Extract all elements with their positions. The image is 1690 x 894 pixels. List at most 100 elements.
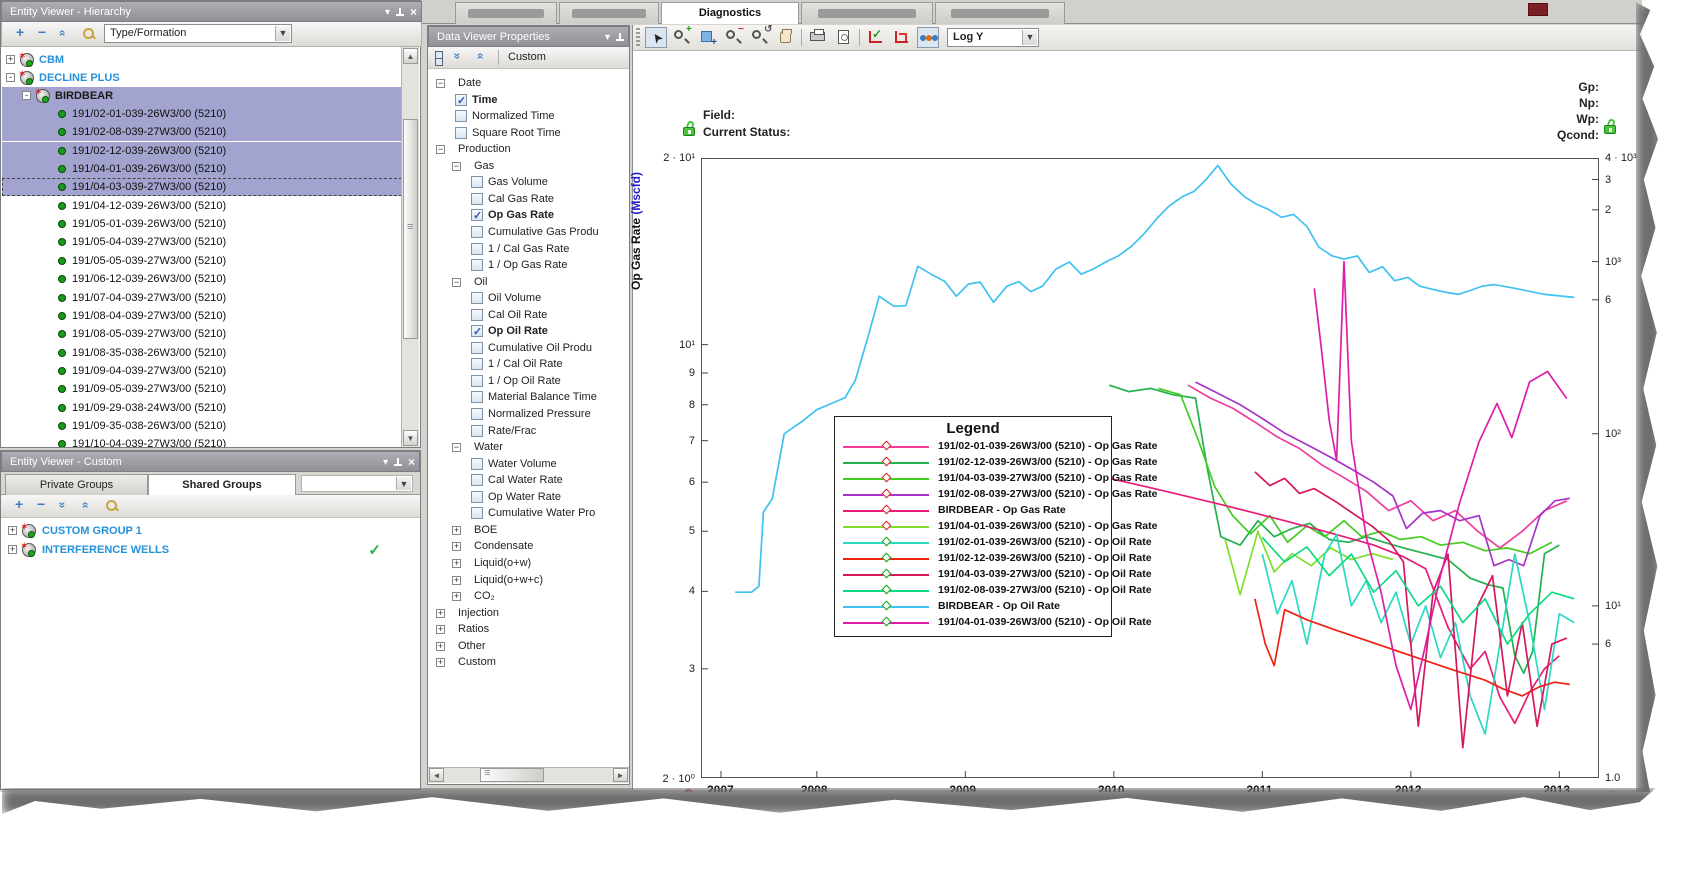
collapse-icon[interactable]: − xyxy=(436,145,445,155)
expand-icon[interactable]: + xyxy=(436,625,445,635)
scroll-down-icon[interactable]: ▼ xyxy=(403,430,418,446)
collapse-icon[interactable]: - xyxy=(6,73,15,82)
tab-redacted[interactable] xyxy=(455,2,557,24)
properties-leaf-row[interactable]: Water Volume xyxy=(429,456,628,472)
zoom-in-icon[interactable]: + xyxy=(671,24,693,48)
zoom-out-icon[interactable]: − xyxy=(723,24,745,48)
expand-icon[interactable]: + xyxy=(6,55,15,64)
tree-group-row[interactable]: - DECLINE PLUS xyxy=(2,66,402,87)
chevron-down-icon[interactable]: ▼ xyxy=(1022,30,1037,45)
properties-leaf-row[interactable]: 1 / Op Gas Rate xyxy=(429,257,628,273)
well-row[interactable]: 191/08-05-039-27W3/00 (5210) xyxy=(2,325,402,343)
properties-leaf-row[interactable]: Cumulative Gas Produ xyxy=(429,224,628,240)
search-icon[interactable] xyxy=(82,27,96,41)
legend-item[interactable]: 191/04-01-039-26W3/00 (5210) - Op Oil Ra… xyxy=(835,615,1152,631)
remove-icon[interactable]: − xyxy=(38,24,46,40)
remove-icon[interactable]: − xyxy=(37,496,45,512)
properties-leaf-row[interactable]: 1 / Cal Gas Rate xyxy=(429,241,628,257)
legend-item[interactable]: 191/04-03-039-27W3/00 (5210) - Op Gas Ra… xyxy=(835,471,1157,487)
scrollbar-thumb[interactable] xyxy=(403,119,418,339)
hierarchy-scrollbar[interactable]: ▲ ▼ xyxy=(401,47,419,447)
collapse-all-icon[interactable]: » xyxy=(77,502,91,509)
checkbox-icon[interactable] xyxy=(471,408,483,420)
unlock-icon[interactable] xyxy=(1603,118,1617,134)
properties-leaf-row[interactable]: Normalized Pressure xyxy=(429,406,628,422)
collapse-icon[interactable]: − xyxy=(452,161,461,171)
expand-icon[interactable]: + xyxy=(436,658,445,668)
checkbox-icon[interactable] xyxy=(471,391,483,404)
checkbox-icon[interactable] xyxy=(455,126,467,139)
collapse-all-icon[interactable]: » xyxy=(54,30,68,37)
legend-item[interactable]: 191/02-08-039-27W3/00 (5210) - Op Gas Ra… xyxy=(835,487,1157,503)
properties-branch-row[interactable]: − Production xyxy=(429,141,628,157)
properties-leaf-row[interactable]: Op Gas Rate xyxy=(429,207,628,224)
close-icon[interactable]: × xyxy=(410,2,417,23)
tab-redacted[interactable] xyxy=(935,2,1065,24)
properties-leaf-row[interactable]: Op Water Rate xyxy=(429,489,628,505)
checkbox-list-icon[interactable] xyxy=(435,51,448,66)
collapse-icon[interactable]: − xyxy=(436,79,445,88)
checkbox-icon[interactable] xyxy=(471,358,483,371)
expand-icon[interactable]: + xyxy=(452,542,461,552)
properties-leaf-row[interactable]: Cal Gas Rate xyxy=(429,191,628,207)
properties-branch-row[interactable]: + Other xyxy=(429,638,628,654)
properties-branch-row[interactable]: − Date xyxy=(429,75,628,91)
checkbox-checked-icon[interactable] xyxy=(471,208,483,224)
well-row[interactable]: 191/02-01-039-26W3/00 (5210) xyxy=(2,105,402,123)
legend-item[interactable]: 191/04-03-039-27W3/00 (5210) - Op Oil Ra… xyxy=(835,567,1152,583)
checkbox-icon[interactable] xyxy=(471,192,483,205)
properties-leaf-row[interactable]: Normalized Time xyxy=(429,108,628,124)
properties-leaf-row[interactable]: Rate/Frac xyxy=(429,423,628,439)
expand-icon[interactable]: + xyxy=(452,525,461,535)
properties-leaf-row[interactable]: Material Balance Time xyxy=(429,389,628,405)
tab-private-groups[interactable]: Private Groups xyxy=(5,474,148,495)
properties-branch-row[interactable]: + CO₂ xyxy=(429,588,628,604)
checkbox-icon[interactable] xyxy=(471,242,483,255)
properties-leaf-row[interactable]: Oil Volume xyxy=(429,290,628,306)
well-row[interactable]: 191/09-29-038-24W3/00 (5210) xyxy=(2,399,402,417)
panel-menu-icon[interactable]: ▾ xyxy=(605,27,610,48)
zoom-reset-icon[interactable]: ↺ xyxy=(749,24,772,48)
collapse-all-icon[interactable]: » xyxy=(472,53,486,60)
pin-icon[interactable] xyxy=(393,457,402,468)
tab-shared-groups[interactable]: Shared Groups xyxy=(148,474,296,496)
close-tab-red-button[interactable] xyxy=(1528,3,1548,16)
print-preview-icon[interactable] xyxy=(833,27,855,48)
checkbox-icon[interactable] xyxy=(471,341,483,354)
expand-icon[interactable]: + xyxy=(436,641,445,651)
well-row[interactable]: 191/09-35-038-26W3/00 (5210) xyxy=(2,417,402,435)
collapse-icon[interactable]: - xyxy=(22,91,31,100)
expand-icon[interactable]: + xyxy=(8,545,17,554)
properties-leaf-row[interactable]: 1 / Cal Oil Rate xyxy=(429,356,628,372)
properties-custom-label[interactable]: Custom xyxy=(508,51,546,63)
checkbox-icon[interactable] xyxy=(471,176,483,189)
legend-item[interactable]: 191/02-12-039-26W3/00 (5210) - Op Oil Ra… xyxy=(835,551,1152,567)
checkbox-icon[interactable] xyxy=(471,292,483,305)
properties-leaf-row[interactable]: Op Oil Rate xyxy=(429,323,628,340)
panel-menu-icon[interactable]: ▾ xyxy=(385,2,390,23)
legend-item[interactable]: 191/02-01-039-26W3/00 (5210) - Op Gas Ra… xyxy=(835,439,1157,455)
diagnostic-plot-icon[interactable]: ✓ xyxy=(865,27,887,48)
add-icon[interactable]: + xyxy=(15,496,23,512)
well-row[interactable]: 191/04-01-039-26W3/00 (5210) xyxy=(2,160,402,179)
hierarchy-filter-select[interactable]: Type/Formation ▼ xyxy=(104,24,292,43)
expand-all-icon[interactable]: » xyxy=(450,53,464,60)
well-row[interactable]: 191/05-04-039-27W3/00 (5210) xyxy=(2,233,402,251)
properties-branch-row[interactable]: − Water xyxy=(429,439,628,455)
properties-branch-row[interactable]: + Condensate xyxy=(429,538,628,554)
search-icon[interactable] xyxy=(105,499,119,513)
checkbox-icon[interactable] xyxy=(471,374,483,387)
properties-leaf-row[interactable]: Cumulative Oil Produ xyxy=(429,340,628,356)
expand-icon[interactable]: + xyxy=(452,575,461,585)
scrollbar-thumb[interactable] xyxy=(480,767,544,782)
well-row[interactable]: 191/02-08-039-27W3/00 (5210) xyxy=(2,123,402,142)
checkbox-icon[interactable] xyxy=(471,424,483,437)
legend-item[interactable]: BIRDBEAR - Op Oil Rate xyxy=(835,599,1111,615)
legend-item[interactable]: 191/04-01-039-26W3/00 (5210) - Op Gas Ra… xyxy=(835,519,1157,535)
close-icon[interactable]: × xyxy=(408,452,415,473)
panel-menu-icon[interactable]: ▾ xyxy=(383,452,388,473)
properties-branch-row[interactable]: + Custom xyxy=(429,654,628,670)
checkbox-checked-icon[interactable] xyxy=(455,93,467,109)
checkbox-icon[interactable] xyxy=(455,110,467,123)
chevron-down-icon[interactable]: ▼ xyxy=(396,477,411,490)
